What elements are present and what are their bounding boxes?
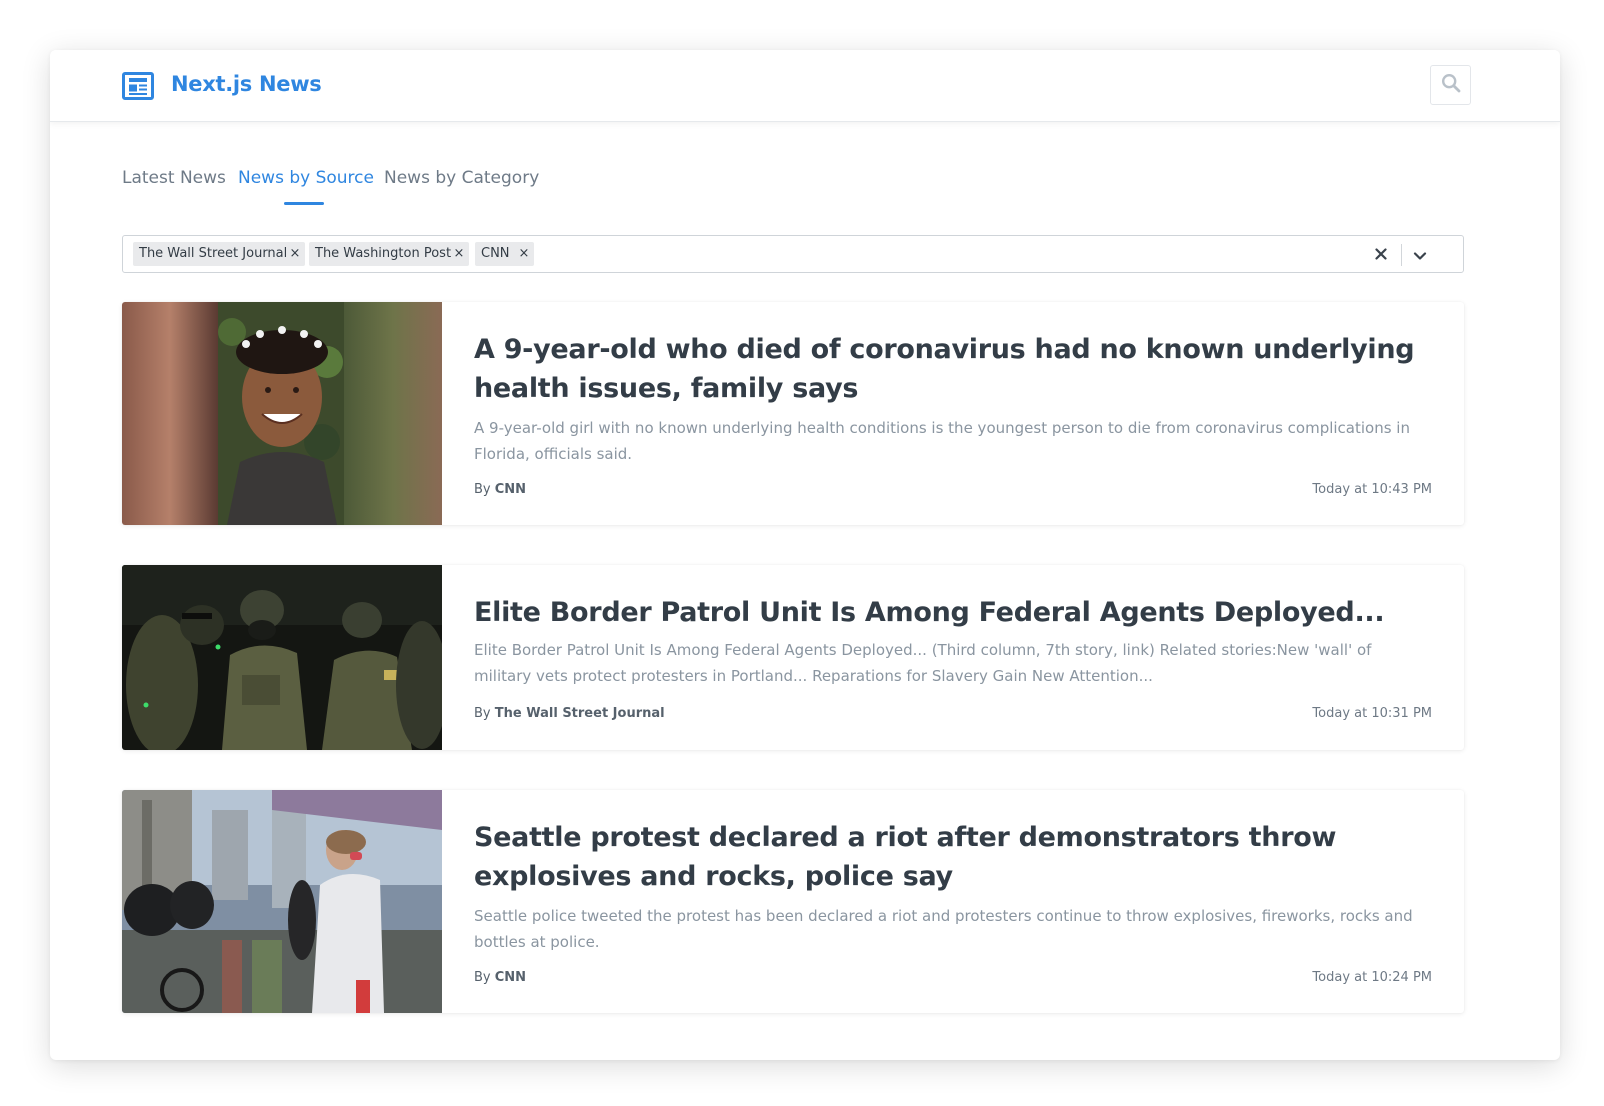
dropdown-toggle[interactable]: [1407, 244, 1433, 266]
article-body: A 9-year-old who died of coronavirus had…: [474, 302, 1432, 525]
tab-latest-news[interactable]: Latest News: [122, 168, 226, 188]
article-image: [122, 790, 442, 1013]
article-time: Today at 10:43 PM: [1312, 482, 1432, 497]
remove-chip-button[interactable]: ×: [289, 242, 301, 266]
active-tab-indicator: [284, 202, 324, 205]
brand-title[interactable]: Next.js News: [171, 72, 322, 96]
article-image: [122, 565, 442, 750]
article-time: Today at 10:24 PM: [1312, 970, 1432, 985]
source-chip-label: The Washington Post: [315, 246, 452, 261]
article-source: The Wall Street Journal: [494, 706, 665, 721]
article-title[interactable]: Seattle protest declared a riot after de…: [474, 818, 1432, 896]
article-description: A 9-year-old girl with no known underlyi…: [474, 419, 1410, 463]
article-description: Elite Border Patrol Unit Is Among Federa…: [474, 641, 1372, 685]
article-card[interactable]: A 9-year-old who died of coronavirus had…: [122, 302, 1464, 525]
search-button[interactable]: [1430, 65, 1471, 105]
article-card[interactable]: Seattle protest declared a riot after de…: [122, 790, 1464, 1013]
tab-news-by-category[interactable]: News by Category: [384, 168, 539, 188]
article-card[interactable]: Elite Border Patrol Unit Is Among Federa…: [122, 565, 1464, 750]
tab-news-by-source[interactable]: News by Source: [238, 168, 374, 188]
article-description: Seattle police tweeted the protest has b…: [474, 907, 1413, 951]
article-meta: By CNN Today at 10:24 PM: [474, 970, 1432, 985]
source-multiselect[interactable]: The Wall Street Journal × The Washington…: [122, 235, 1464, 273]
chevron-down-icon: [1413, 246, 1427, 265]
remove-chip-button[interactable]: ×: [518, 242, 530, 266]
article-meta: By The Wall Street Journal Today at 10:3…: [474, 706, 1432, 721]
clear-all-button[interactable]: [1371, 244, 1391, 264]
article-meta: By CNN Today at 10:43 PM: [474, 482, 1432, 497]
multiselect-separator: [1401, 244, 1402, 266]
source-chip: The Washington Post ×: [309, 242, 469, 266]
source-chip: CNN ×: [475, 242, 534, 266]
newspaper-icon: [122, 72, 154, 100]
source-chip: The Wall Street Journal ×: [133, 242, 305, 266]
article-image: [122, 302, 442, 525]
article-body: Elite Border Patrol Unit Is Among Federa…: [474, 565, 1432, 750]
article-body: Seattle protest declared a riot after de…: [474, 790, 1432, 1013]
source-chip-label: The Wall Street Journal: [139, 246, 288, 261]
article-source: CNN: [494, 970, 527, 985]
by-prefix: By: [474, 970, 491, 985]
by-prefix: By: [474, 482, 491, 497]
article-title[interactable]: Elite Border Patrol Unit Is Among Federa…: [474, 593, 1432, 632]
article-title[interactable]: A 9-year-old who died of coronavirus had…: [474, 330, 1432, 408]
app-window: Next.js News Latest News News by Source …: [50, 50, 1560, 1060]
app-header: Next.js News: [50, 50, 1560, 122]
article-time: Today at 10:31 PM: [1312, 706, 1432, 721]
by-prefix: By: [474, 706, 491, 721]
source-chip-label: CNN: [481, 246, 510, 261]
remove-chip-button[interactable]: ×: [453, 242, 465, 266]
search-icon: [1441, 73, 1461, 97]
article-source: CNN: [494, 482, 527, 497]
close-icon: [1375, 245, 1387, 264]
